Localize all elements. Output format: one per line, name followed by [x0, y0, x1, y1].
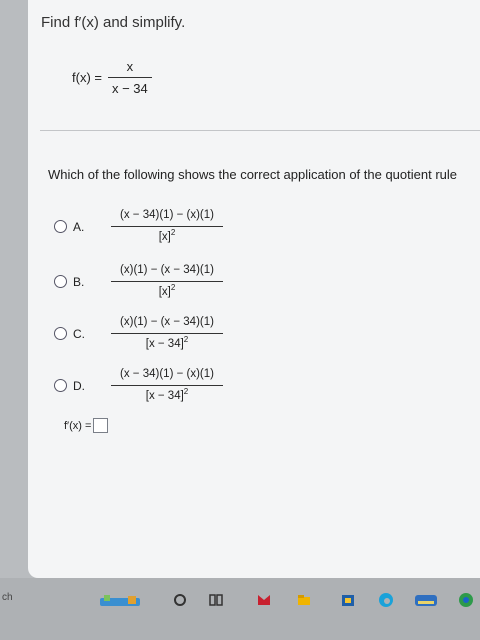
edge-icon[interactable]	[378, 592, 394, 608]
fraction-bar	[111, 281, 223, 282]
option-fraction: (x − 34)(1) − (x)(1) [x − 34]2	[111, 366, 223, 405]
question-page: Find f′(x) and simplify. f(x) = x x − 34…	[28, 0, 480, 578]
option-letter: D.	[73, 378, 85, 393]
widgets-icon[interactable]	[98, 592, 142, 608]
taskbar: ch	[0, 578, 480, 640]
option-denominator-group: [x]2	[155, 284, 180, 301]
radio-option-a[interactable]	[54, 220, 67, 233]
answer-label: f′(x) =	[64, 419, 92, 432]
answer-row: f′(x) =	[64, 418, 109, 433]
radio-option-d[interactable]	[54, 379, 67, 392]
option-c[interactable]: C. (x)(1) − (x − 34)(1) [x − 34]2	[54, 314, 223, 353]
fraction-bar	[107, 77, 152, 78]
mcafee-icon[interactable]	[256, 592, 272, 608]
option-fraction: (x − 34)(1) − (x)(1) [x]2	[111, 207, 223, 246]
task-view-icon[interactable]	[172, 592, 188, 608]
option-power: 2	[183, 335, 189, 345]
function-label: f(x) =	[72, 70, 102, 85]
option-denominator: [x − 34]	[145, 390, 184, 402]
fraction-bar	[111, 385, 223, 386]
option-letter: B.	[73, 274, 85, 289]
problem-title: Find f′(x) and simplify.	[41, 14, 186, 31]
option-denominator-group: [x]2	[155, 229, 180, 246]
option-power: 2	[183, 387, 189, 397]
option-b[interactable]: B. (x)(1) − (x − 34)(1) [x]2	[54, 262, 223, 301]
photos-icon[interactable]	[414, 592, 438, 608]
chrome-icon[interactable]	[458, 592, 474, 608]
fraction-bar	[111, 333, 223, 334]
option-denominator: [x]	[158, 231, 171, 243]
given-numerator: x	[126, 59, 134, 74]
store-icon[interactable]	[340, 592, 356, 608]
option-denominator: [x − 34]	[145, 338, 184, 350]
fraction-bar	[111, 226, 223, 227]
given-denominator: x − 34	[111, 81, 148, 96]
option-power: 2	[170, 283, 176, 293]
option-fraction: (x)(1) − (x − 34)(1) [x − 34]2	[111, 314, 223, 353]
given-function: f(x) = x x − 34	[72, 58, 152, 97]
option-numerator: (x − 34)(1) − (x)(1)	[120, 209, 214, 221]
option-numerator: (x)(1) − (x − 34)(1)	[120, 264, 214, 276]
option-denominator: [x]	[158, 286, 171, 298]
option-numerator: (x)(1) − (x − 34)(1)	[120, 316, 214, 328]
section-divider	[40, 130, 480, 131]
option-letter: A.	[73, 219, 85, 234]
option-a[interactable]: A. (x − 34)(1) − (x)(1) [x]2	[54, 207, 223, 246]
files-icon[interactable]	[296, 592, 312, 608]
radio-option-b[interactable]	[54, 275, 67, 288]
file-explorer-icon[interactable]	[208, 592, 224, 608]
answer-input[interactable]	[93, 418, 109, 433]
given-fraction: x x − 34	[107, 58, 152, 97]
option-letter: C.	[73, 326, 85, 341]
option-power: 2	[170, 228, 176, 238]
taskbar-search[interactable]: ch	[2, 592, 13, 603]
option-d[interactable]: D. (x − 34)(1) − (x)(1) [x − 34]2	[54, 366, 223, 405]
option-denominator-group: [x − 34]2	[142, 336, 193, 353]
option-fraction: (x)(1) − (x − 34)(1) [x]2	[111, 262, 223, 301]
question-text: Which of the following shows the correct…	[48, 167, 458, 182]
option-numerator: (x − 34)(1) − (x)(1)	[120, 368, 214, 380]
radio-option-c[interactable]	[54, 327, 67, 340]
option-denominator-group: [x − 34]2	[142, 388, 193, 405]
